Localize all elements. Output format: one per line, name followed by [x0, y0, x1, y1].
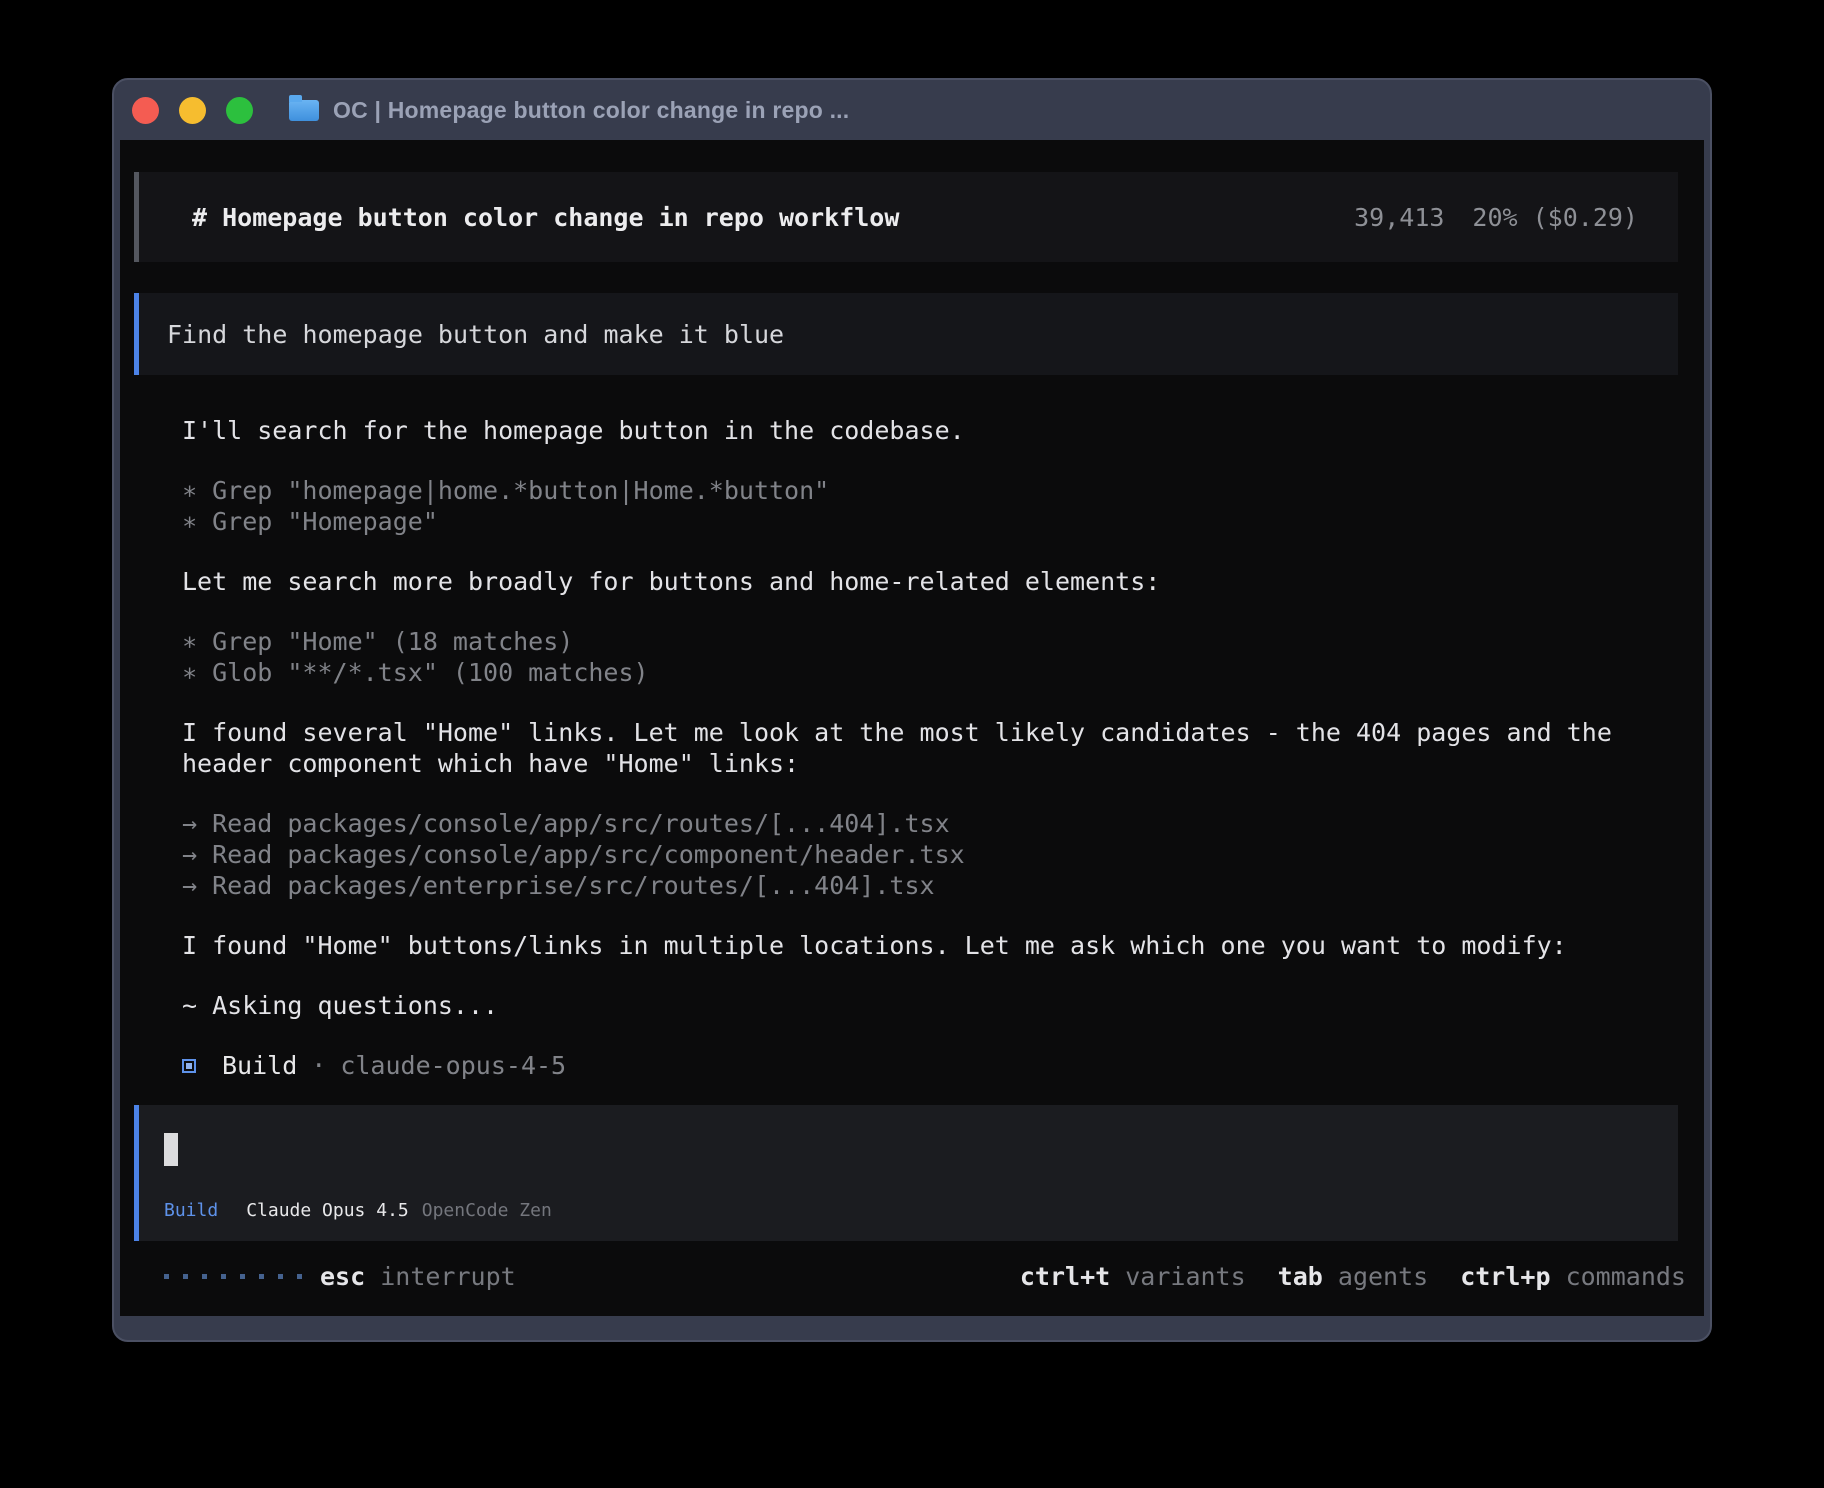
terminal-window: OC | Homepage button color change in rep…: [112, 78, 1712, 1342]
tool-call-grep: ∗ Grep "Homepage": [182, 506, 1678, 537]
tool-call-group: → Read packages/console/app/src/routes/[…: [182, 808, 1678, 901]
active-agent-label: Build: [164, 1199, 218, 1223]
tool-call-read: → Read packages/console/app/src/routes/[…: [182, 808, 1678, 839]
close-button[interactable]: [132, 97, 159, 124]
model-status-line: Build Claude Opus 4.5 OpenCode Zen: [164, 1199, 1678, 1223]
assistant-text: I found "Home" buttons/links in multiple…: [182, 930, 1678, 961]
tool-call-read: → Read packages/enterprise/src/routes/[.…: [182, 870, 1678, 901]
context-usage: 20% ($0.29): [1472, 202, 1638, 233]
tool-call-grep: ∗ Grep "Home" (18 matches): [182, 626, 1678, 657]
token-count: 39,413: [1354, 202, 1444, 233]
session-title: # Homepage button color change in repo w…: [192, 202, 899, 233]
terminal-content: # Homepage button color change in repo w…: [120, 140, 1704, 1316]
tool-call-grep: ∗ Grep "homepage|home.*button|Home.*butt…: [182, 475, 1678, 506]
user-message: Find the homepage button and make it blu…: [134, 293, 1678, 375]
assistant-response: I'll search for the homepage button in t…: [120, 375, 1704, 1081]
hint-variants: ctrl+t variants: [1020, 1261, 1246, 1292]
user-message-text: Find the homepage button and make it blu…: [167, 319, 784, 350]
tool-call-glob: ∗ Glob "**/*.tsx" (100 matches): [182, 657, 1678, 688]
zoom-button[interactable]: [226, 97, 253, 124]
tool-call-read: → Read packages/console/app/src/componen…: [182, 839, 1678, 870]
folder-icon: [289, 100, 319, 121]
session-header: # Homepage button color change in repo w…: [134, 172, 1678, 262]
assistant-text: I found several "Home" links. Let me loo…: [182, 717, 1678, 779]
separator-dot: ·: [311, 1050, 326, 1081]
assistant-text: I'll search for the homepage button in t…: [182, 415, 1678, 446]
minimize-button[interactable]: [179, 97, 206, 124]
tool-call-group: ∗ Grep "Home" (18 matches) ∗ Glob "**/*.…: [182, 626, 1678, 688]
assistant-working-status: ~ Asking questions...: [182, 990, 1678, 1021]
window-title: OC | Homepage button color change in rep…: [333, 97, 849, 124]
agent-build-icon: [182, 1059, 196, 1073]
active-model-label: Claude Opus 4.5: [246, 1199, 409, 1223]
busy-spinner-dots: [164, 1274, 302, 1279]
window-titlebar: OC | Homepage button color change in rep…: [114, 80, 1710, 140]
hint-interrupt: esc interrupt: [320, 1261, 516, 1292]
agent-model: claude-opus-4-5: [340, 1050, 566, 1081]
session-stats: 39,413 20% ($0.29): [1354, 202, 1638, 233]
text-cursor: [164, 1133, 178, 1166]
tool-call-group: ∗ Grep "homepage|home.*button|Home.*butt…: [182, 475, 1678, 537]
hint-commands: ctrl+p commands: [1460, 1261, 1686, 1292]
agent-name: Build: [222, 1050, 297, 1081]
prompt-input[interactable]: Build Claude Opus 4.5 OpenCode Zen: [134, 1105, 1678, 1241]
assistant-text: Let me search more broadly for buttons a…: [182, 566, 1678, 597]
agent-status-row: Build · claude-opus-4-5: [182, 1050, 1678, 1081]
provider-label: OpenCode Zen: [422, 1199, 552, 1223]
hint-agents: tab agents: [1278, 1261, 1429, 1292]
status-footer: esc interrupt ctrl+t variants tab agents…: [120, 1261, 1704, 1292]
